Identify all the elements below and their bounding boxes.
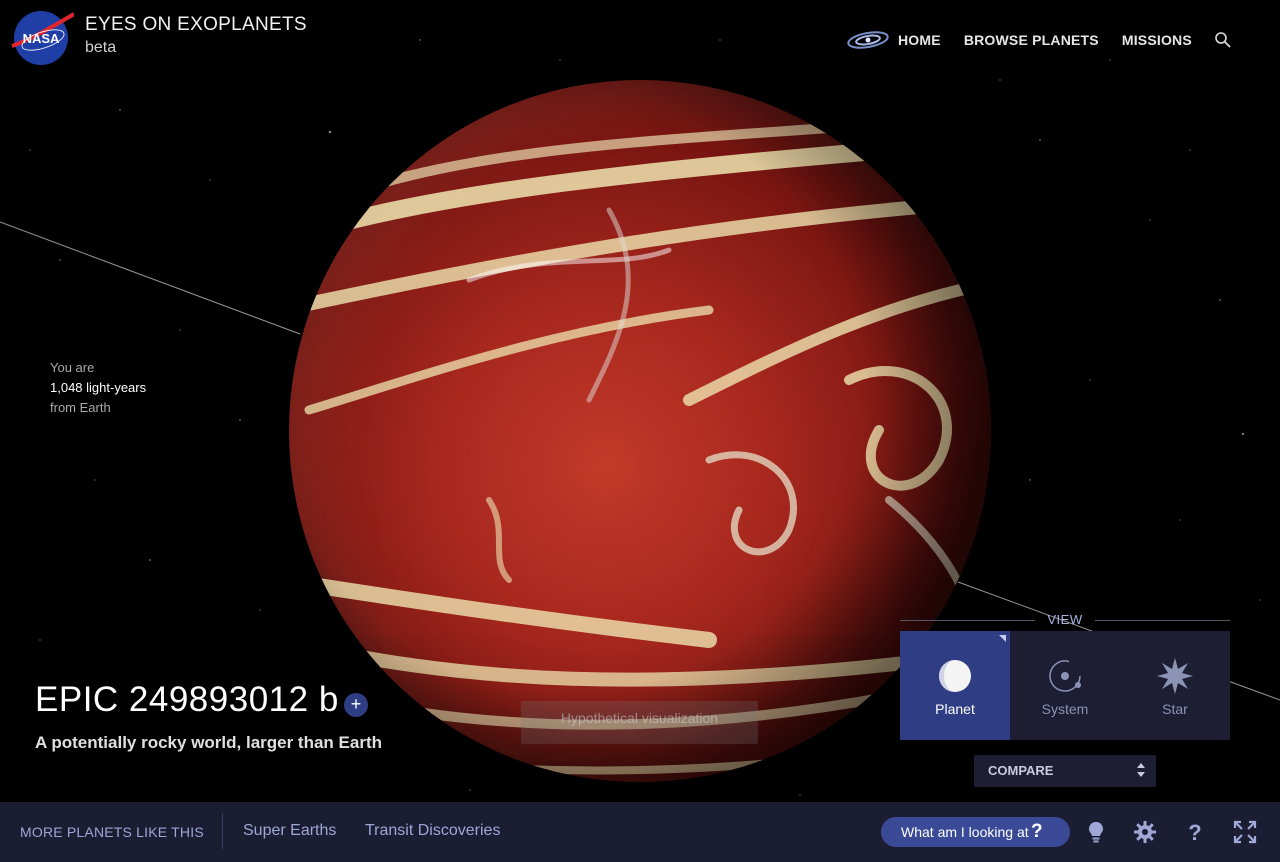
nav-browse-planets-link[interactable]: BROWSE PLANETS [964,32,1099,48]
transit-discoveries-link[interactable]: Transit Discoveries [365,822,500,840]
distance-prefix: You are [50,360,95,375]
system-orbit-icon [1049,660,1081,692]
view-option-system[interactable]: System [1010,631,1120,740]
super-earths-link[interactable]: Super Earths [243,822,336,840]
view-mode-selector: Planet System Star [900,631,1230,740]
view-option-label: Star [1162,701,1188,717]
nasa-logo[interactable]: NASA [10,10,74,66]
planet-visualization[interactable] [289,80,991,782]
view-option-planet[interactable]: Planet [900,631,1010,740]
galaxy-icon[interactable] [846,29,890,51]
distance-suffix: from Earth [50,400,111,415]
view-header: VIEW [900,612,1230,628]
site-title[interactable]: EYES ON EXOPLANETS [85,14,307,36]
viewport[interactable]: NASA EYES ON EXOPLANETS beta HOME BROWSE… [0,0,1280,862]
view-option-label: Planet [935,701,975,717]
compare-label: COMPARE [988,763,1054,778]
add-planet-button[interactable]: + [344,693,368,717]
svg-text:?: ? [1188,820,1201,844]
planet-name: EPIC 249893012 b [35,680,339,719]
bottom-divider [222,813,223,849]
star-burst-icon [1157,658,1193,694]
help-icon[interactable]: ? [1183,820,1207,844]
gear-icon[interactable] [1133,820,1157,844]
more-planets-heading: MORE PLANETS LIKE THIS [20,824,204,840]
question-mark-icon: ? [1031,821,1043,842]
what-am-i-looking-at-button[interactable]: What am I looking at ? [881,817,1070,847]
nav-home-link[interactable]: HOME [898,32,941,48]
fullscreen-icon[interactable] [1233,820,1257,844]
planet-description: A potentially rocky world, larger than E… [35,733,382,752]
planet-icon [939,660,971,692]
distance-value: 1,048 light-years [50,380,147,395]
search-icon[interactable] [1214,31,1232,49]
active-corner-marker [999,635,1006,642]
view-option-star[interactable]: Star [1120,631,1230,740]
top-header: NASA EYES ON EXOPLANETS beta HOME BROWSE… [0,0,1280,78]
looking-label: What am I looking at [901,824,1029,840]
lightbulb-icon[interactable] [1084,820,1108,844]
bottom-bar: MORE PLANETS LIKE THIS Super Earths Tran… [0,802,1280,862]
compare-select[interactable]: COMPARE [974,755,1156,787]
hypothetical-visualization-note: Hypothetical visualization [521,701,758,744]
main-nav: HOME BROWSE PLANETS MISSIONS [846,30,1232,50]
distance-readout: You are 1,048 light-years from Earth [50,358,146,418]
nav-missions-link[interactable]: MISSIONS [1122,32,1192,48]
select-arrows-icon [1137,763,1145,777]
beta-label: beta [85,39,117,56]
view-option-label: System [1041,701,1089,717]
view-label: VIEW [1047,612,1083,627]
